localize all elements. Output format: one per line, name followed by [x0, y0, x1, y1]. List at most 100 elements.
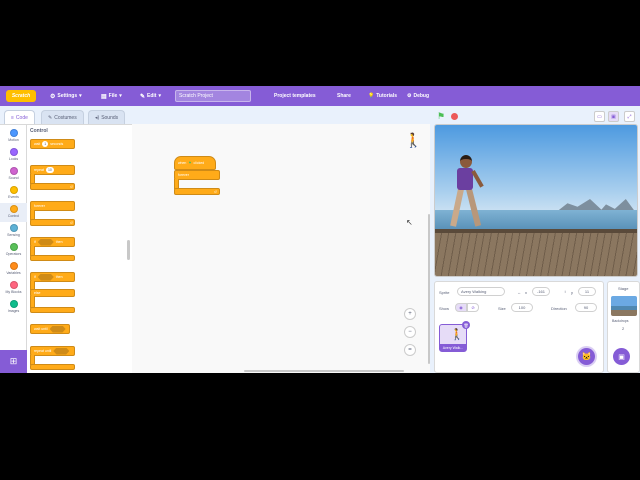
repeat-block[interactable]: repeat 10	[30, 165, 75, 175]
category-dot-icon	[9, 262, 18, 270]
when-flag-clicked-block[interactable]: when ⚑ clicked	[174, 156, 216, 170]
forever-foot: ↺	[174, 188, 220, 195]
chevron-down-icon: ▾	[119, 93, 122, 99]
category-motion[interactable]: Motion	[0, 127, 27, 146]
sprite-name-input[interactable]: Avery Walking	[457, 287, 505, 296]
size-input[interactable]: 100	[511, 303, 533, 312]
sprite-watermark-icon: 🚶	[404, 132, 422, 148]
brush-icon: ✎	[48, 114, 53, 121]
avery-walking-sprite[interactable]	[449, 155, 489, 235]
stage-canvas[interactable]	[434, 124, 638, 277]
category-label: Events	[8, 195, 19, 199]
edit-menu[interactable]: ✎ Edit ▾	[140, 86, 161, 106]
delete-sprite-icon[interactable]: 🗑	[462, 321, 470, 329]
sprite-thumbnail: 🚶	[450, 329, 464, 341]
mouse-cursor-icon: ↖	[406, 218, 413, 227]
category-label: Motion	[8, 138, 19, 142]
condition-slot[interactable]	[53, 347, 70, 355]
cat-add-icon: 🐱	[581, 352, 592, 361]
category-label: Sensing	[7, 233, 20, 237]
sprite-leg	[450, 188, 464, 227]
pencil-icon: ✎	[140, 93, 146, 100]
sprite-arm	[471, 170, 484, 188]
code-icon: ≡	[11, 114, 14, 121]
settings-menu[interactable]: ⚙ Settings ▾	[50, 86, 82, 106]
condition-slot[interactable]	[37, 273, 54, 281]
project-templates-link[interactable]: Project templates	[274, 86, 316, 106]
repeat-until-block[interactable]: repeat until	[30, 346, 75, 356]
tab-sounds[interactable]: ◂) Sounds	[88, 110, 126, 124]
debug-icon: ⚙	[407, 93, 412, 99]
wait-block[interactable]: wait 1 seconds	[30, 139, 75, 149]
category-my-blocks[interactable]: My Blocks	[0, 279, 27, 298]
image-add-icon: ▣	[618, 353, 625, 361]
palette-scrollbar[interactable]	[127, 240, 130, 260]
category-menu: Motion Looks Sound Events Control Sensing Oper…	[0, 125, 27, 373]
category-label: Operators	[5, 252, 22, 256]
sprite-leg	[466, 188, 482, 227]
category-looks[interactable]: Looks	[0, 146, 27, 165]
show-visible-button[interactable]: ◉	[455, 303, 467, 312]
editor-tabs: ≡ Code ✎ Costumes ◂) Sounds	[0, 110, 140, 124]
extension-icon: ⊞	[9, 356, 18, 366]
stop-button[interactable]	[451, 113, 458, 120]
category-dot-icon	[9, 281, 18, 289]
large-stage-button[interactable]: ▣	[608, 111, 619, 122]
green-flag-button[interactable]: ⚑	[437, 111, 445, 122]
y-arrows-icon: ↕	[564, 289, 566, 294]
category-dot-icon	[9, 186, 18, 194]
category-operators[interactable]: Operators	[0, 241, 27, 260]
debug-button[interactable]: ⚙ Debug	[407, 86, 429, 106]
y-input[interactable]: 11	[578, 287, 596, 296]
file-menu[interactable]: ▤ File ▾	[101, 86, 122, 106]
category-sound[interactable]: Sound	[0, 165, 27, 184]
scratch-logo[interactable]: Scratch	[6, 90, 36, 102]
tutorials-button[interactable]: 💡 Tutorials	[368, 86, 397, 106]
forever-block[interactable]: forever	[30, 201, 75, 211]
category-dot-icon	[9, 224, 18, 232]
chevron-down-icon: ▾	[79, 93, 82, 99]
project-title-input[interactable]: Scratch Project	[175, 90, 251, 102]
category-label: Sound	[8, 176, 19, 180]
choose-backdrop-button[interactable]: ▣	[613, 348, 630, 365]
scratch-editor: Scratch ⚙ Settings ▾ ▤ File ▾ ✎ Edit ▾ Scratch…	[0, 86, 640, 373]
condition-slot[interactable]	[37, 238, 54, 246]
condition-slot[interactable]	[49, 325, 66, 333]
zoom-in-button[interactable]: +	[404, 308, 416, 320]
category-label: Control	[7, 214, 20, 218]
zoom-out-button[interactable]: −	[404, 326, 416, 338]
category-events[interactable]: Events	[0, 184, 27, 203]
workspace-h-scrollbar[interactable]	[244, 370, 404, 372]
chevron-down-icon: ▾	[158, 93, 161, 99]
small-stage-button[interactable]: ▭	[594, 111, 605, 122]
forever-block[interactable]: forever	[174, 170, 220, 180]
block-palette: Motion Looks Sound Events Control Sensing Oper…	[0, 124, 132, 373]
category-images[interactable]: Images	[0, 298, 27, 317]
fullscreen-button[interactable]: ⤢	[624, 111, 635, 122]
share-button[interactable]: Share	[337, 86, 351, 106]
direction-input[interactable]: 90	[575, 303, 597, 312]
wait-until-block[interactable]: wait until	[30, 324, 70, 334]
category-control[interactable]: Control	[0, 203, 27, 222]
if-else-block[interactable]: if then	[30, 272, 75, 282]
choose-sprite-button[interactable]: 🐱	[578, 348, 595, 365]
category-dot-icon	[9, 148, 18, 156]
if-block-foot	[30, 255, 75, 261]
workspace-v-scrollbar[interactable]	[428, 214, 430, 364]
lightbulb-icon: 💡	[368, 93, 375, 99]
category-sensing[interactable]: Sensing	[0, 222, 27, 241]
code-workspace[interactable]: 🚶 when ⚑ clicked forever ↺ + − =	[132, 124, 430, 373]
tab-code[interactable]: ≡ Code	[4, 110, 35, 124]
if-else-foot	[30, 307, 75, 313]
tab-costumes[interactable]: ✎ Costumes	[41, 110, 84, 124]
sprite-tile-avery[interactable]: 🚶 Avery Walk... 🗑	[439, 321, 470, 352]
add-extension-button[interactable]: ⊞	[0, 350, 27, 373]
forever-block-foot: ↺	[30, 219, 75, 226]
zoom-reset-button[interactable]: =	[404, 344, 416, 356]
if-then-block[interactable]: if then	[30, 237, 75, 247]
category-variables[interactable]: Variables	[0, 260, 27, 279]
show-hidden-button[interactable]: ⊘	[467, 303, 479, 312]
file-icon: ▤	[101, 93, 107, 100]
x-input[interactable]: -161	[532, 287, 550, 296]
repeat-block-foot: ↺	[30, 183, 75, 190]
